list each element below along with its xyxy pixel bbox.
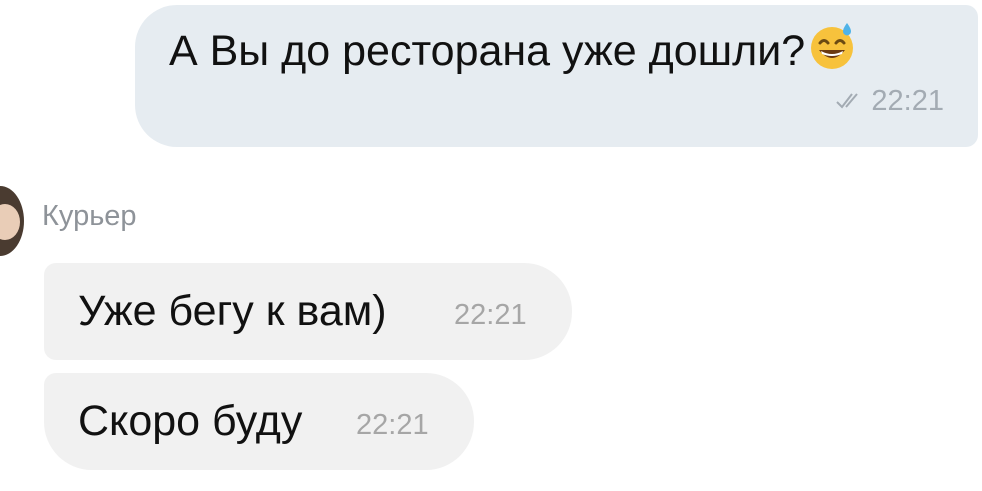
chat-view: А Вы до ресторана уже дошли? 22:21 Курье… — [0, 0, 982, 491]
outgoing-message-meta: 22:21 — [835, 85, 944, 118]
incoming-message-time: 22:21 — [454, 299, 527, 331]
courier-avatar[interactable] — [0, 186, 24, 256]
sender-name: Курьер — [42, 200, 137, 232]
avatar-face — [0, 204, 20, 240]
incoming-message-text: Скоро буду — [78, 397, 303, 445]
outgoing-message-bubble[interactable]: А Вы до ресторана уже дошли? 22:21 — [135, 5, 978, 147]
outgoing-message-time: 22:21 — [871, 85, 944, 117]
incoming-message-text: Уже бегу к вам) — [78, 287, 387, 335]
outgoing-message-content: А Вы до ресторана уже дошли? — [169, 27, 806, 75]
grinning-face-with-sweat-icon — [807, 21, 857, 87]
incoming-message-time: 22:21 — [356, 409, 429, 441]
double-check-icon — [835, 85, 867, 118]
incoming-message-bubble[interactable]: Уже бегу к вам) 22:21 — [44, 263, 572, 360]
incoming-message-bubble[interactable]: Скоро буду 22:21 — [44, 373, 474, 470]
outgoing-message-text: А Вы до ресторана уже дошли? — [169, 21, 857, 87]
